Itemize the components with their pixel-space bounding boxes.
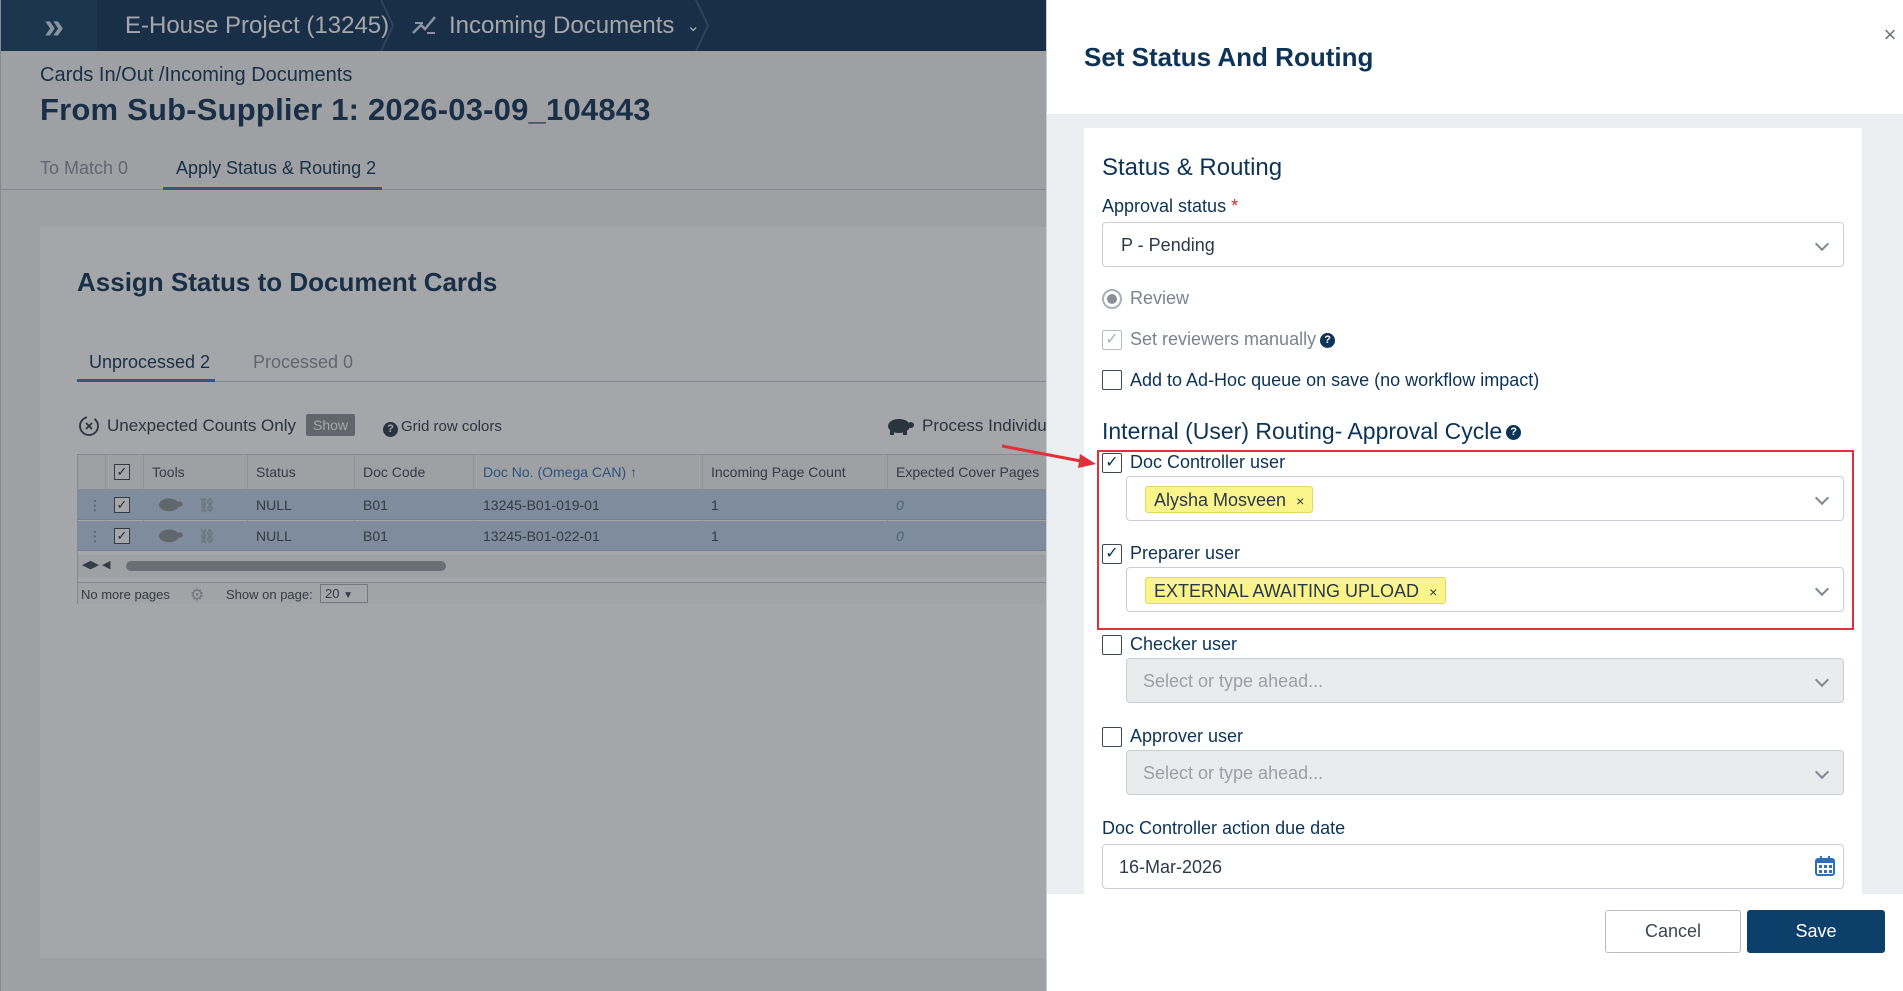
approver-select[interactable]: Select or type ahead... [1126,750,1844,795]
chevron-down-icon [1814,764,1830,780]
drawer-title: Set Status And Routing [1084,42,1374,72]
approval-status-label: Approval status * [1102,196,1238,217]
due-date-label: Doc Controller action due date [1102,818,1346,838]
calendar-icon[interactable] [1815,856,1835,876]
review-label: Review [1130,288,1190,308]
chevron-down-icon [1814,672,1830,688]
checker-placeholder: Select or type ahead... [1143,671,1324,691]
status-routing-heading: Status & Routing [1102,154,1283,181]
close-icon[interactable]: × [1880,22,1900,48]
save-button[interactable]: Save [1747,910,1885,953]
annotation-highlight-box [1097,450,1854,630]
drawer-footer: Cancel Save [1047,894,1903,991]
required-marker: * [1231,196,1239,216]
approval-status-value: P - Pending [1121,235,1215,255]
radio-selected-dot [1107,294,1117,304]
help-icon[interactable]: ? [1320,332,1336,348]
due-date-input[interactable]: 16-Mar-2026 [1102,844,1844,889]
set-reviewers-label-text: Set reviewers manually [1130,329,1317,349]
chevron-down-icon [1814,236,1830,252]
adhoc-queue-checkbox[interactable] [1102,370,1122,390]
cancel-button[interactable]: Cancel [1605,910,1741,953]
due-date-value: 16-Mar-2026 [1119,857,1223,877]
checker-select[interactable]: Select or type ahead... [1126,658,1844,703]
set-reviewers-checkbox[interactable]: ✓ [1102,330,1122,350]
approver-label: Approver user [1130,726,1244,746]
adhoc-queue-label: Add to Ad-Hoc queue on save (no workflow… [1130,370,1540,390]
review-radio[interactable] [1102,289,1122,309]
help-icon[interactable]: ? [1506,425,1522,441]
approver-placeholder: Select or type ahead... [1143,763,1324,783]
approval-status-select[interactable]: P - Pending [1102,222,1844,267]
internal-routing-heading: Internal (User) Routing- Approval Cycle? [1102,418,1522,445]
internal-routing-heading-text: Internal (User) Routing- Approval Cycle [1102,418,1503,444]
modal-overlay[interactable] [0,0,1046,991]
approval-status-label-text: Approval status [1102,196,1227,216]
drawer-header: Set Status And Routing × [1047,0,1903,114]
checker-checkbox[interactable] [1102,635,1122,655]
annotation-arrow-icon [1001,444,1096,468]
checker-label: Checker user [1130,634,1238,654]
set-reviewers-label: Set reviewers manually? [1130,329,1336,350]
approver-checkbox[interactable] [1102,727,1122,747]
